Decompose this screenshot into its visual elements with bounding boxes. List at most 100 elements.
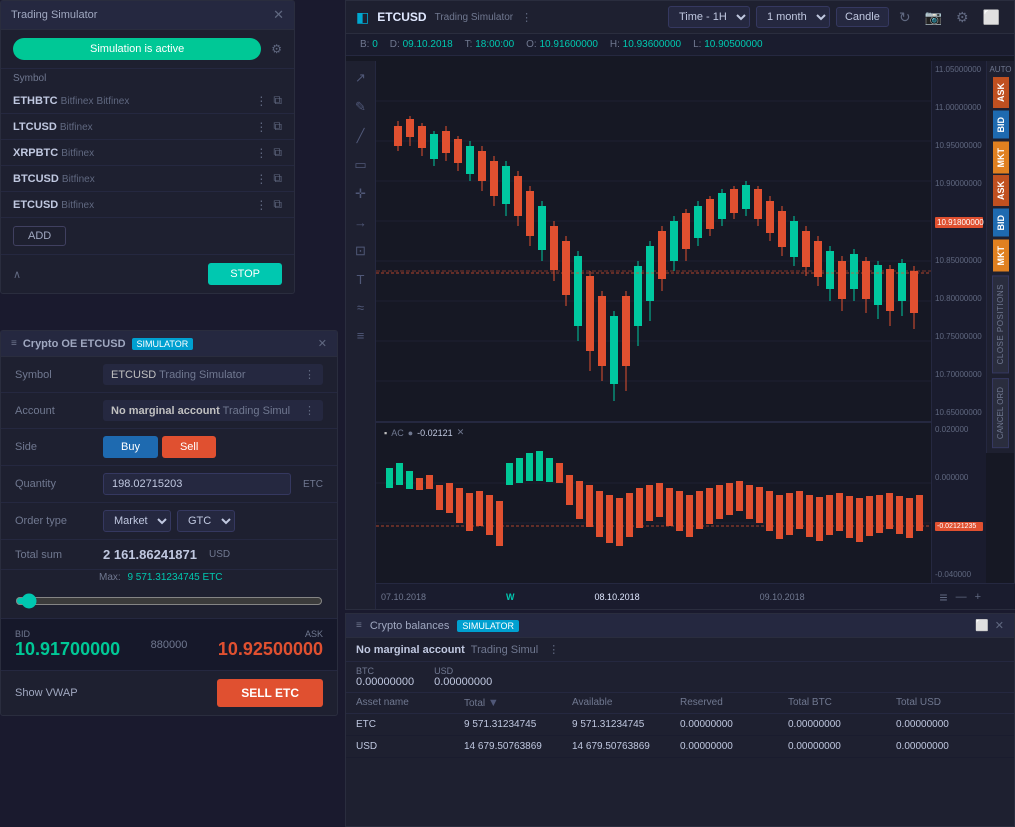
row-etc-total: 9 571.31234745 [464,719,572,730]
col-available: Available [572,697,680,709]
sell-button[interactable]: Sell [162,436,216,458]
bid-price: 10.91700000 [15,639,120,660]
ask-right-button-2[interactable]: ASK [993,175,1009,206]
simulation-active-button[interactable]: Simulation is active [13,38,261,60]
symbol-name-ethbtc: ETHBTC [13,95,58,107]
total-sum-value: 2 161.86241871 [103,547,197,562]
oe-account-selector[interactable]: No marginal account Trading Simul ⋮ [103,400,323,421]
rect-tool[interactable]: ▭ [349,152,371,178]
minus-icon[interactable]: — [956,591,967,603]
layers-icon[interactable]: ≡ [939,589,947,605]
crypto-oe-titlebar: ≡ Crypto OE ETCUSD SIMULATOR ✕ [1,331,337,357]
cursor-tool[interactable]: ↗ [350,65,371,91]
line-tool[interactable]: ╱ [352,123,370,149]
fullscreen-icon[interactable]: ⬜ [979,7,1004,28]
balances-account-menu[interactable]: ⋮ [548,643,559,656]
external-icon-ethbtc[interactable]: ⧉ [273,93,282,108]
osc-indicator-name: ▪ [384,428,387,438]
stop-button[interactable]: STOP [208,263,282,285]
menu-icon-ltcusd[interactable]: ⋮ [255,120,267,134]
oe-sim-badge: SIMULATOR [132,338,194,350]
menu-icon-xrpbtc[interactable]: ⋮ [255,146,267,160]
osc-close-icon[interactable]: ✕ [457,427,465,438]
list-tool[interactable]: ≡ [352,323,370,348]
quantity-input[interactable] [103,473,291,495]
price-level-3: 10.95000000 [935,141,983,150]
row-usd-available: 14 679.50763869 [572,741,680,752]
order-type-select[interactable]: Market Limit [103,510,171,532]
oe-order-type-row: Order type Market Limit GTC IOC [1,503,337,540]
symbol-exchange-btcusd: Bitfinex [62,174,95,185]
collapse-icon[interactable]: ∧ [13,268,21,281]
quantity-slider[interactable] [15,593,323,609]
chart-icon: ◧ [356,9,369,26]
minimize-icon[interactable]: ⬜ [975,619,989,632]
sell-etc-button[interactable]: SELL ETC [217,679,323,707]
bid-right-button[interactable]: BID [993,111,1009,139]
row-etc-total-btc: 0.00000000 [788,719,896,730]
settings-chart-icon[interactable]: ⚙ [952,7,973,28]
ask-price: 10.92500000 [218,639,323,660]
menu-icon-etcusd[interactable]: ⋮ [255,198,267,212]
settings-icon[interactable]: ⚙ [271,42,282,56]
close-balances-icon[interactable]: ✕ [995,619,1004,632]
mkt-right-button-2[interactable]: MKT [993,240,1009,272]
oe-side-buttons: Buy Sell [103,436,216,458]
price-level-6: 10.80000000 [935,294,983,303]
external-icon-ltcusd[interactable]: ⧉ [273,119,282,134]
symbol-row-xrpbtc: XRPBTC Bitfinex ⋮ ⧉ [1,140,294,166]
cross-tool[interactable]: ✛ [350,181,371,207]
oe-account-label: Account [15,405,95,417]
measure-tool[interactable]: ⊡ [350,238,371,264]
menu-icon-btcusd[interactable]: ⋮ [255,172,267,186]
ask-right-button[interactable]: ASK [993,77,1009,108]
row-usd-reserved: 0.00000000 [680,741,788,752]
cancel-ord-button[interactable]: CANCEL ORD [992,378,1009,448]
oe-total-sum-label: Total sum [15,549,95,561]
bid-right-button-2[interactable]: BID [993,209,1009,237]
mkt-right-button[interactable]: MKT [993,142,1009,174]
external-icon-btcusd[interactable]: ⧉ [273,171,282,186]
oe-account-menu[interactable]: ⋮ [304,404,315,417]
buy-button[interactable]: Buy [103,436,158,458]
date-w-label: W [506,592,515,602]
table-row: USD 14 679.50763869 14 679.50763869 0.00… [346,736,1014,758]
close-positions-button[interactable]: CLOSE POSITIONS [992,275,1009,373]
oe-symbol-label: Symbol [15,369,95,381]
date-2: 08.10.2018 [595,592,640,602]
external-icon-xrpbtc[interactable]: ⧉ [273,145,282,160]
text-tool[interactable]: T [352,267,370,292]
oe-close-icon[interactable]: ✕ [318,337,327,350]
trading-simulator-titlebar: Trading Simulator ✕ [1,1,294,30]
camera-icon[interactable]: 📷 [921,7,946,28]
time-in-force-select[interactable]: GTC IOC [177,510,235,532]
symbol-exchange-ltcusd: Bitfinex [60,122,93,133]
balances-title: Crypto balances [370,620,450,632]
time-range-select[interactable]: 1 month [756,6,830,28]
indicator-tool[interactable]: ≈ [352,295,369,320]
trading-simulator-close[interactable]: ✕ [273,7,284,23]
balances-titlebar: ≡ Crypto balances SIMULATOR ⬜ ✕ [346,614,1014,638]
time-period-select[interactable]: Time - 1H [668,6,750,28]
plus-icon[interactable]: + [975,591,981,603]
vwap-row: Show VWAP SELL ETC [1,670,337,715]
chart-toolbar-left: ↗ ✎ ╱ ▭ ✛ → ⊡ T ≈ ≡ [346,61,376,609]
candle-type-button[interactable]: Candle [836,7,889,27]
add-symbol-button[interactable]: ADD [13,226,66,246]
symbol-row-btcusd: BTCUSD Bitfinex ⋮ ⧉ [1,166,294,192]
oe-side-row: Side Buy Sell [1,429,337,466]
oe-symbol-menu[interactable]: ⋮ [304,368,315,381]
osc-value: -0.02121 [417,428,453,438]
oe-menu-icon: ≡ [11,338,17,349]
pencil-tool[interactable]: ✎ [350,94,371,120]
menu-icon-ethbtc[interactable]: ⋮ [255,94,267,108]
oe-symbol-selector[interactable]: ETCUSD Trading Simulator ⋮ [103,364,323,385]
refresh-icon[interactable]: ↻ [895,7,915,28]
arrow-tool[interactable]: → [349,210,372,235]
oe-quantity-label: Quantity [15,478,95,490]
chart-menu-icon[interactable]: ⋮ [521,11,532,24]
filter-icon[interactable]: ▼ [488,697,499,709]
total-sum-unit: USD [209,549,230,560]
external-icon-etcusd[interactable]: ⧉ [273,197,282,212]
crypto-oe-title: Crypto OE ETCUSD [23,338,126,350]
